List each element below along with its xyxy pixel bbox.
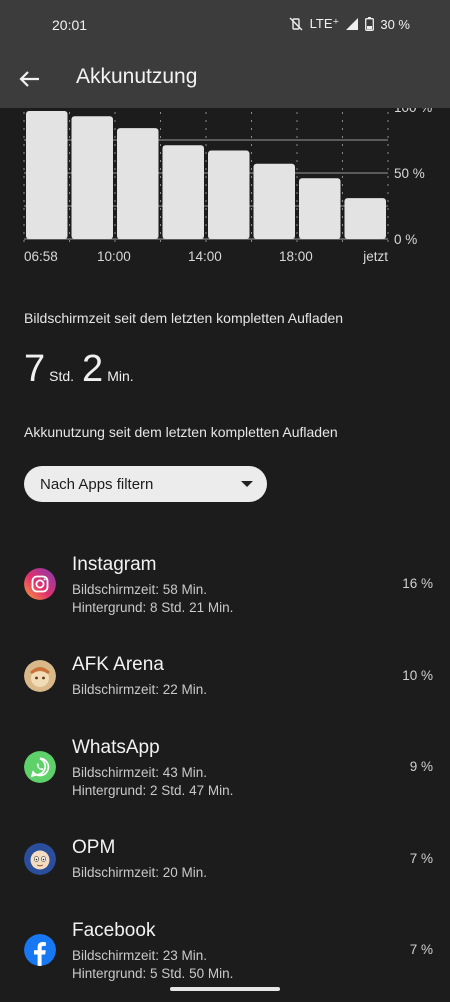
app-screen-time: Bildschirmzeit: 23 Min. — [72, 948, 208, 963]
battery-bar — [26, 110, 68, 240]
home-indicator[interactable] — [170, 987, 280, 991]
battery-chart-svg: 100 % 50 % 0 % 06:58 10:00 14:00 18:00 jetzt — [23, 100, 432, 264]
y-tick-label: 50 % — [394, 166, 425, 181]
app-percent: 7 % — [409, 942, 433, 957]
app-row-facebook[interactable]: Facebook Bildschirmzeit: 23 Min. Hinterg… — [0, 920, 450, 984]
dropdown-caret-icon — [241, 481, 253, 487]
app-row-instagram[interactable]: Instagram Bildschirmzeit: 58 Min. Hinter… — [0, 554, 450, 616]
signal-icon — [346, 18, 359, 30]
app-background-time: Hintergrund: 5 Std. 50 Min. — [72, 966, 234, 981]
status-time: 20:01 — [52, 17, 88, 33]
page-title: Akkunutzung — [76, 65, 198, 88]
screen-time-minutes-unit: Min. — [107, 368, 134, 384]
battery-usage-heading: Akkunutzung seit dem letzten kompletten … — [24, 424, 338, 440]
x-tick-label: 18:00 — [279, 249, 313, 264]
app-name: OPM — [72, 837, 116, 858]
screen-time-hours: 7 — [24, 348, 46, 390]
whatsapp-icon — [24, 751, 56, 783]
y-tick-label: 100 % — [394, 108, 432, 115]
app-percent: 10 % — [402, 668, 433, 683]
app-screen-time: Bildschirmzeit: 58 Min. — [72, 582, 208, 597]
instagram-icon — [24, 568, 56, 600]
app-screen-time: Bildschirmzeit: 43 Min. — [72, 765, 208, 780]
app-row-opm[interactable]: OPM Bildschirmzeit: 20 Min. 7 % — [0, 837, 450, 883]
opm-icon — [24, 843, 56, 875]
y-tick-label: 0 % — [394, 232, 417, 247]
filter-apps-dropdown[interactable]: Nach Apps filtern — [24, 466, 267, 502]
battery-percent: 30 % — [380, 16, 410, 32]
battery-bar — [208, 150, 250, 239]
battery-chart: 100 % 50 % 0 % 06:58 10:00 14:00 18:00 jetzt — [0, 100, 450, 278]
back-button[interactable] — [16, 65, 44, 93]
app-name: Instagram — [72, 554, 157, 575]
afk-arena-icon — [24, 660, 56, 692]
x-tick-label: 14:00 — [188, 249, 222, 264]
x-tick-label: 06:58 — [24, 249, 58, 264]
app-percent: 16 % — [402, 576, 433, 591]
battery-bar — [344, 198, 386, 239]
back-arrow-icon — [19, 71, 39, 87]
app-row-whatsapp[interactable]: WhatsApp Bildschirmzeit: 43 Min. Hinterg… — [0, 737, 450, 801]
battery-bar — [117, 128, 159, 239]
app-percent: 7 % — [409, 851, 433, 866]
filter-label: Nach Apps filtern — [40, 475, 154, 493]
app-bar: Akkunutzung — [0, 50, 450, 108]
battery-bar — [162, 145, 204, 239]
battery-bar — [299, 178, 341, 239]
x-tick-label: 10:00 — [97, 249, 131, 264]
app-name: AFK Arena — [72, 654, 164, 675]
app-background-time: Hintergrund: 8 Std. 21 Min. — [72, 600, 234, 615]
status-icons: LTE⁺ 30 % — [288, 16, 410, 32]
vibrate-off-icon — [289, 17, 303, 31]
battery-bar — [71, 116, 113, 239]
screen-time-heading: Bildschirmzeit seit dem letzten komplett… — [24, 310, 344, 326]
status-bar: 20:01 LTE⁺ 30 % — [0, 0, 450, 50]
app-screen-time: Bildschirmzeit: 22 Min. — [72, 682, 208, 697]
screen-time-minutes: 2 — [82, 348, 104, 390]
x-tick-label: jetzt — [362, 249, 388, 264]
app-name: WhatsApp — [72, 737, 160, 758]
app-percent: 9 % — [409, 759, 433, 774]
app-background-time: Hintergrund: 2 Std. 47 Min. — [72, 783, 234, 798]
app-row-afk-arena[interactable]: AFK Arena Bildschirmzeit: 22 Min. 10 % — [0, 654, 450, 700]
battery-icon — [365, 17, 375, 31]
network-label: LTE⁺ — [309, 16, 340, 31]
battery-bar — [253, 163, 295, 239]
screen-time-value: 7 Std. 2 Min. — [24, 348, 138, 391]
app-screen-time: Bildschirmzeit: 20 Min. — [72, 865, 208, 880]
facebook-icon — [24, 934, 56, 966]
screen-time-hours-unit: Std. — [49, 368, 75, 384]
app-name: Facebook — [72, 920, 156, 941]
